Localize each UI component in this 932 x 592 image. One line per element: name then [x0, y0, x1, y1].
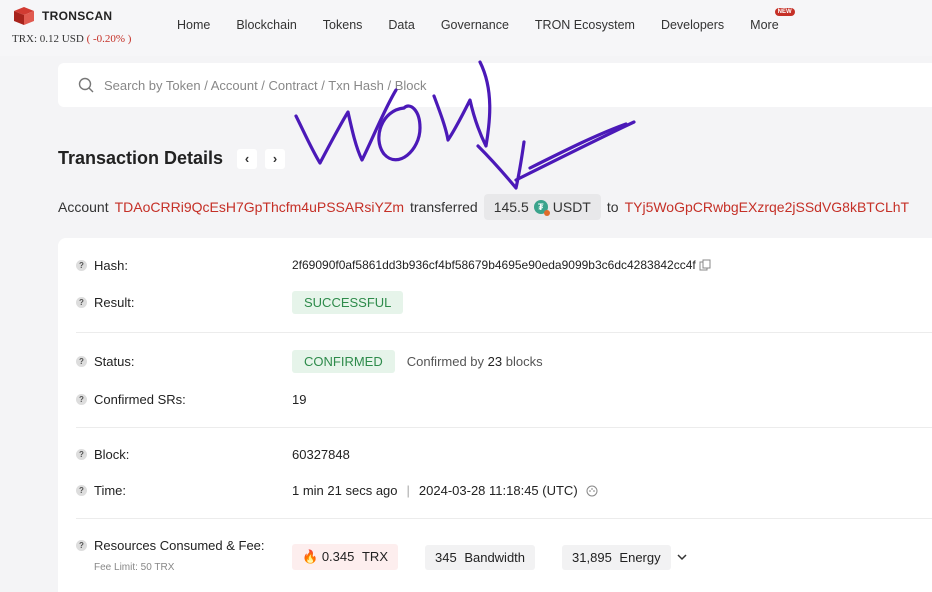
- divider: [76, 332, 932, 333]
- bandwidth-pill: 345 Bandwidth: [424, 544, 536, 570]
- block-value-link[interactable]: 60327848: [292, 447, 350, 462]
- nav-governance[interactable]: Governance: [441, 18, 509, 32]
- confirmed-by-suffix: blocks: [505, 354, 543, 369]
- help-icon[interactable]: ?: [76, 356, 87, 367]
- energy-pill: 31,895 Energy: [562, 544, 671, 570]
- help-icon[interactable]: ?: [76, 540, 87, 551]
- logo[interactable]: TRONSCAN: [12, 6, 112, 26]
- time-row: ? Time:: [76, 483, 292, 498]
- to-address-link[interactable]: TYj5WoGpCRwbgEXzrqe2jSSdVG8kBTCLhT: [625, 199, 910, 215]
- trx-price-label: TRX: 0.12 USD: [12, 33, 84, 45]
- status-badge: CONFIRMED: [292, 350, 395, 373]
- confirmed-srs-value: 19: [292, 392, 307, 407]
- result-row: ? Result:: [76, 295, 292, 310]
- result-label: Result:: [94, 295, 135, 310]
- result-value: SUCCESSFUL: [292, 291, 404, 314]
- help-icon[interactable]: ?: [76, 449, 87, 460]
- confirmed-srs-row: ? Confirmed SRs:: [76, 392, 292, 407]
- nav-home[interactable]: Home: [177, 18, 210, 32]
- amount-token[interactable]: USDT: [553, 199, 591, 215]
- search-icon: [78, 77, 94, 93]
- usdt-token-icon: ₮: [533, 200, 550, 216]
- copy-icon[interactable]: [699, 259, 711, 271]
- main-nav: Home Blockchain Tokens Data Governance T…: [177, 8, 831, 32]
- trx-price-change: ( -0.20% ): [86, 33, 132, 45]
- new-badge: NEW: [774, 8, 795, 16]
- status-label: Status:: [94, 354, 135, 369]
- time-label: Time:: [94, 483, 127, 498]
- energy-unit: Energy: [619, 549, 661, 565]
- confirmed-by-text: Confirmed by 23 blocks: [407, 354, 543, 369]
- help-icon[interactable]: ?: [76, 297, 87, 308]
- from-address-link[interactable]: TDAoCRRi9QcEsH7GpThcfm4uPSSARsiYZm: [115, 199, 404, 215]
- trx-fee-unit: TRX: [361, 549, 388, 564]
- title-row: Transaction Details ‹ ›: [58, 148, 293, 169]
- resources-row: ? Resources Consumed & Fee:: [76, 538, 292, 553]
- nav-developers[interactable]: Developers: [661, 18, 724, 32]
- next-transaction-button[interactable]: ›: [265, 148, 286, 169]
- confirmed-srs-label: Confirmed SRs:: [94, 392, 186, 407]
- time-value: 1 min 21 secs ago | 2024-03-28 11:18:45 …: [292, 483, 598, 498]
- nav-tron-ecosystem[interactable]: TRON Ecosystem: [535, 18, 635, 32]
- tronscan-logo-icon: [14, 7, 34, 25]
- nav-data[interactable]: Data: [388, 18, 414, 32]
- confirmed-blocks-count: 23: [487, 354, 503, 369]
- transfer-summary: Account TDAoCRRi9QcEsH7GpThcfm4uPSSARsiY…: [58, 194, 915, 220]
- prev-transaction-button[interactable]: ‹: [237, 148, 258, 169]
- time-separator: |: [406, 483, 410, 498]
- hash-value: 2f69090f0af5861dd3b936cf4bf58679b4695e90…: [292, 258, 711, 272]
- trx-fee-pill: 🔥 0.345 TRX: [292, 544, 398, 570]
- confirmed-by-prefix: Confirmed by: [406, 354, 485, 369]
- divider: [76, 518, 932, 519]
- help-icon[interactable]: ?: [76, 394, 87, 405]
- summary-verb: transferred: [410, 199, 478, 215]
- resources-value: 🔥 0.345 TRX 345 Bandwidth 31,895 Energy: [292, 544, 688, 570]
- nav-tokens[interactable]: Tokens: [323, 18, 363, 32]
- status-value: CONFIRMED Confirmed by 23 blocks: [292, 350, 543, 373]
- timezone-icon[interactable]: [586, 485, 598, 497]
- hash-row: ? Hash:: [76, 258, 292, 273]
- hash-label: Hash:: [94, 258, 128, 273]
- trx-price: TRX: 0.12 USD ( -0.20% ): [12, 33, 131, 45]
- help-icon[interactable]: ?: [76, 260, 87, 271]
- brand-name: TRONSCAN: [42, 9, 113, 23]
- bandwidth-amount: 345: [434, 549, 457, 565]
- fee-limit: Fee Limit: 50 TRX: [94, 562, 175, 573]
- status-row: ? Status:: [76, 354, 292, 369]
- block-label: Block:: [94, 447, 130, 462]
- time-ago: 1 min 21 secs ago: [292, 483, 398, 498]
- search-input[interactable]: Search by Token / Account / Contract / T…: [104, 78, 427, 93]
- divider: [76, 427, 932, 428]
- top-bar: TRONSCAN TRX: 0.12 USD ( -0.20% ) Home B…: [0, 0, 932, 56]
- amount-chip: 145.5 ₮ USDT: [483, 194, 601, 220]
- result-badge: SUCCESSFUL: [292, 291, 404, 314]
- search-bar[interactable]: Search by Token / Account / Contract / T…: [58, 63, 932, 107]
- summary-prefix: Account: [58, 199, 109, 215]
- trx-fee-amount: 0.345: [321, 549, 355, 564]
- summary-to-word: to: [606, 199, 619, 215]
- flame-icon: 🔥: [302, 549, 319, 564]
- chevron-down-icon[interactable]: [676, 551, 688, 563]
- amount-value: 145.5: [493, 199, 529, 215]
- nav-more[interactable]: More NEW: [750, 8, 804, 32]
- hash-text: 2f69090f0af5861dd3b936cf4bf58679b4695e90…: [292, 258, 696, 272]
- help-icon[interactable]: ?: [76, 485, 87, 496]
- details-panel: ? Hash: 2f69090f0af5861dd3b936cf4bf58679…: [58, 238, 932, 592]
- resources-label: Resources Consumed & Fee:: [94, 538, 265, 553]
- nav-more-label: More: [750, 18, 779, 32]
- energy-amount: 31,895: [572, 549, 612, 565]
- bandwidth-unit: Bandwidth: [464, 549, 526, 565]
- time-full: 2024-03-28 11:18:45 (UTC): [418, 483, 578, 498]
- page-title: Transaction Details: [58, 148, 224, 168]
- block-row: ? Block:: [76, 447, 292, 462]
- nav-blockchain[interactable]: Blockchain: [236, 18, 296, 32]
